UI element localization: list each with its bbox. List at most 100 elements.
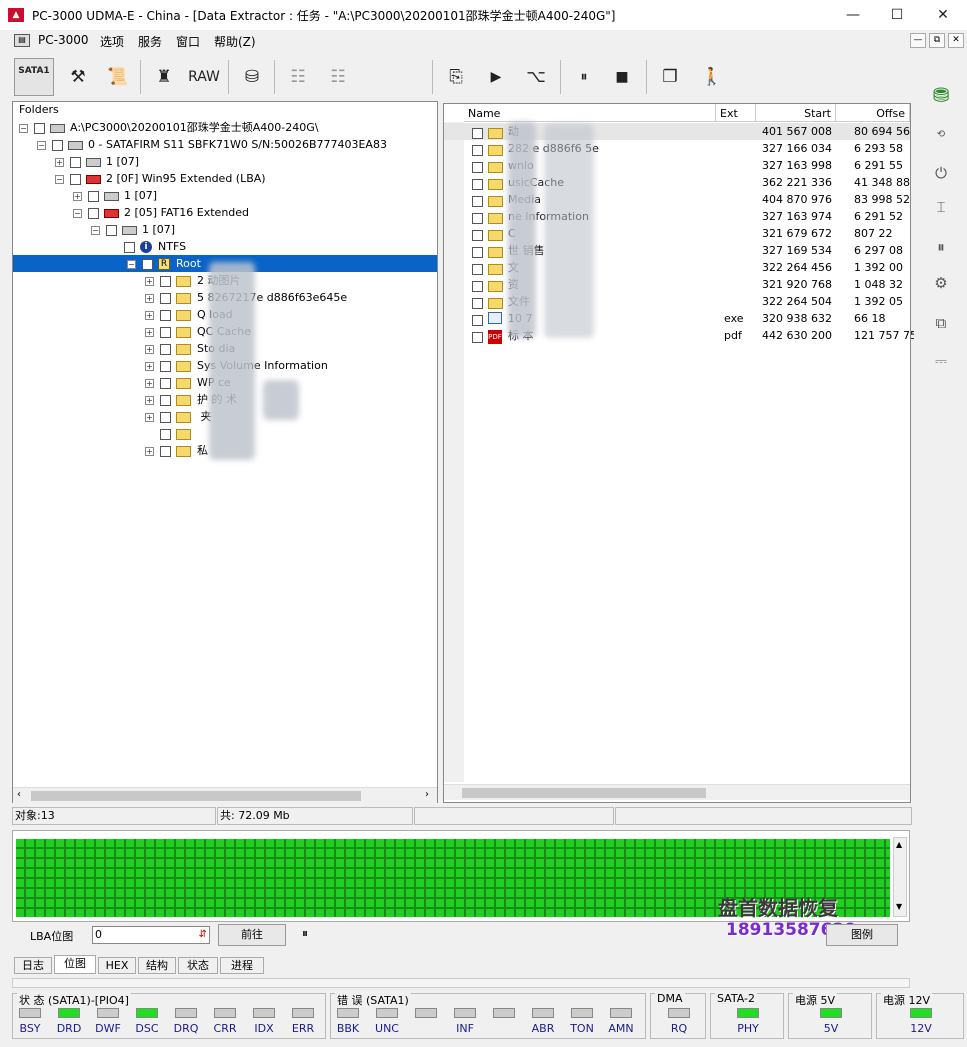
tree-node[interactable]: + 夹 (145, 408, 212, 425)
mdi-restore-button[interactable]: ⧉ (929, 33, 945, 48)
tab-log[interactable]: 日志 (14, 957, 52, 974)
mdi-app-icon[interactable]: ▤ (14, 34, 30, 47)
file-checkbox[interactable] (472, 293, 484, 310)
expand-toggle-icon[interactable]: + (145, 412, 154, 422)
node-checkbox[interactable] (34, 122, 45, 134)
node-checkbox[interactable] (70, 156, 81, 168)
expand-toggle-icon[interactable]: + (145, 446, 154, 456)
tree-node[interactable]: − 1 [07] (91, 221, 175, 238)
scroll-thumb[interactable] (462, 788, 706, 798)
node-checkbox[interactable] (124, 241, 135, 253)
tree-node[interactable]: + 私 (145, 442, 208, 459)
checkbox-box[interactable] (472, 213, 483, 224)
file-checkbox[interactable] (472, 259, 484, 276)
menu-service[interactable]: 服务 (138, 33, 162, 50)
checkbox-box[interactable] (472, 128, 483, 139)
sata-port-button[interactable]: SATA1 (14, 58, 54, 96)
play-icon[interactable]: ▶ (476, 58, 516, 96)
file-checkbox[interactable] (472, 242, 484, 259)
expand-toggle-icon[interactable]: + (145, 361, 154, 371)
bitmap-scrollbar[interactable]: ▲ ▼ (893, 837, 907, 917)
database-icon[interactable]: ⛃ (928, 82, 954, 108)
tree-node[interactable]: i NTFS (109, 238, 186, 255)
checkbox-box[interactable] (472, 264, 483, 275)
tab-bitmap[interactable]: 位图 (54, 955, 96, 974)
scroll-right-icon[interactable]: › (425, 789, 429, 800)
node-checkbox[interactable] (142, 258, 153, 270)
tab-hex[interactable]: HEX (98, 957, 136, 974)
pause-icon[interactable]: ⏸ (564, 58, 604, 96)
tab-structure[interactable]: 结构 (138, 957, 176, 974)
node-checkbox[interactable] (160, 377, 171, 389)
maximize-button[interactable]: ☐ (874, 0, 920, 30)
column-name[interactable]: Name (464, 104, 716, 122)
lba-spin-icon[interactable]: ⇵ (199, 927, 207, 943)
binoculars-icon[interactable]: ♜ (144, 58, 184, 96)
scroll-left-icon[interactable]: ‹ (17, 789, 21, 800)
tab-status[interactable]: 状态 (178, 957, 218, 974)
file-checkbox[interactable] (472, 140, 484, 157)
expand-toggle-icon[interactable]: + (55, 157, 64, 167)
node-checkbox[interactable] (160, 275, 171, 287)
menu-help[interactable]: 帮助(Z) (214, 33, 256, 50)
checkbox-box[interactable] (472, 332, 483, 343)
expand-toggle-icon[interactable]: − (37, 140, 46, 150)
node-checkbox[interactable] (160, 428, 171, 440)
expand-toggle-icon[interactable]: + (73, 191, 82, 201)
plug-icon[interactable]: ⎓ (928, 348, 954, 374)
raw-button[interactable]: RAW (184, 58, 224, 96)
tree-node[interactable]: +1 [07] (73, 187, 157, 204)
tree-node[interactable]: +1 [07] (55, 153, 139, 170)
expand-toggle-icon[interactable]: + (145, 395, 154, 405)
expand-toggle-icon[interactable]: − (91, 225, 100, 235)
expand-toggle-icon[interactable]: + (145, 310, 154, 320)
scroll-thumb[interactable] (31, 791, 361, 801)
expand-toggle-icon[interactable]: + (145, 327, 154, 337)
checkbox-box[interactable] (472, 247, 483, 258)
node-checkbox[interactable] (160, 292, 171, 304)
tools-icon[interactable]: ⚒ (58, 58, 98, 96)
column-ext[interactable]: Ext (716, 104, 756, 122)
menu-window[interactable]: 窗口 (176, 33, 200, 50)
legend-button[interactable]: 图例 (826, 924, 898, 946)
node-checkbox[interactable] (160, 309, 171, 321)
scroll-icon[interactable]: 📜 (98, 58, 138, 96)
expand-toggle-icon[interactable]: + (145, 276, 154, 286)
tree-node[interactable]: − 2 [0F] Win95 Extended (LBA) (55, 170, 266, 187)
node-checkbox[interactable] (106, 224, 117, 236)
list-horizontal-scrollbar[interactable] (444, 784, 910, 800)
file-checkbox[interactable] (472, 276, 484, 293)
expand-toggle-icon[interactable]: + (145, 344, 154, 354)
tree-expand-icon[interactable]: ☷ (278, 58, 318, 96)
windows-icon[interactable]: ❐ (650, 58, 690, 96)
reset-icon[interactable]: ⟲ (928, 122, 954, 148)
checkbox-box[interactable] (472, 196, 483, 207)
checkbox-box[interactable] (472, 145, 483, 156)
node-checkbox[interactable] (88, 190, 99, 202)
file-checkbox[interactable] (472, 327, 484, 344)
file-checkbox[interactable] (472, 174, 484, 191)
checkbox-box[interactable] (472, 179, 483, 190)
node-checkbox[interactable] (160, 445, 171, 457)
node-checkbox[interactable] (70, 173, 81, 185)
checkbox-box[interactable] (472, 162, 483, 173)
lba-input[interactable]: 0 ⇵ (92, 926, 210, 944)
checkbox-box[interactable] (472, 315, 483, 326)
mdi-minimize-button[interactable]: — (910, 33, 926, 48)
menu-options[interactable]: 选项 (100, 33, 124, 50)
node-checkbox[interactable] (160, 394, 171, 406)
scroll-up-icon[interactable]: ▲ (896, 840, 902, 849)
stop-icon[interactable]: ■ (602, 58, 642, 96)
file-checkbox[interactable] (472, 157, 484, 174)
node-checkbox[interactable] (52, 139, 63, 151)
mdi-close-button[interactable]: ✕ (948, 33, 964, 48)
save-icon[interactable]: ⎘ (436, 58, 476, 96)
goto-button[interactable]: 前往 (218, 924, 286, 946)
checkbox-box[interactable] (472, 281, 483, 292)
node-checkbox[interactable] (160, 411, 171, 423)
column-start[interactable]: Start (756, 104, 836, 122)
disk-export-icon[interactable]: ⛁ (232, 58, 272, 96)
connector-icon[interactable]: ⌶ (928, 194, 954, 220)
lba-pause-button[interactable]: ⏸ (302, 926, 308, 941)
exit-icon[interactable]: 🚶 (692, 58, 732, 96)
